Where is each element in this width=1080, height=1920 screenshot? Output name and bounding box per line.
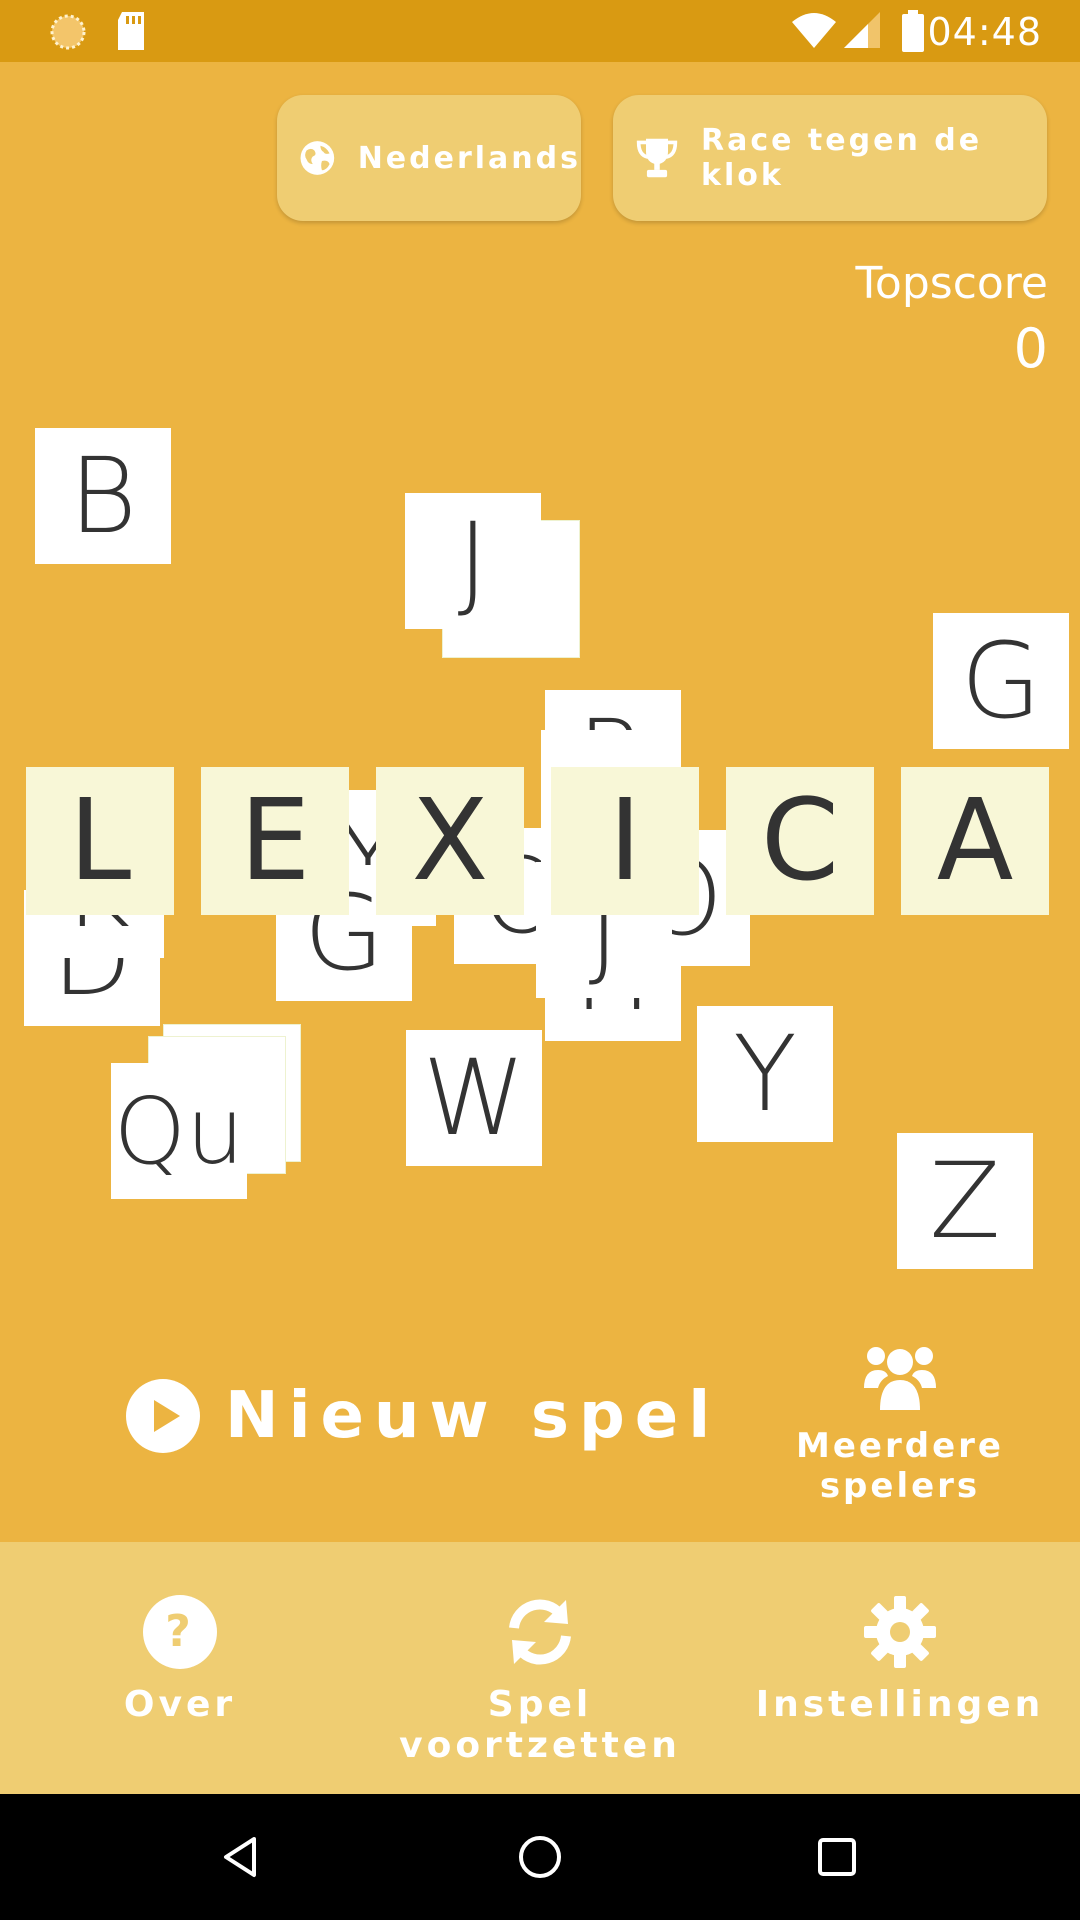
mode-label: Race tegen de klok xyxy=(701,123,983,193)
multiplayer-button[interactable]: Meerdere spelers xyxy=(720,1336,1080,1506)
mode-button[interactable]: Race tegen de klok xyxy=(613,95,1047,221)
help-icon: ? xyxy=(143,1595,217,1669)
about-button[interactable]: ? Over xyxy=(30,1542,330,1794)
continue-label: Spel voortzetten xyxy=(399,1684,681,1766)
letter-tile: W xyxy=(406,1030,542,1166)
status-bar: 04:48 xyxy=(0,0,1080,62)
letter-tile: G xyxy=(933,613,1069,749)
logo-letter: C xyxy=(726,767,874,915)
logo-letter: L xyxy=(26,767,174,915)
refresh-icon xyxy=(509,1599,571,1665)
settings-button[interactable]: Instellingen xyxy=(750,1542,1050,1794)
wifi-icon xyxy=(792,13,836,48)
language-label: Nederlands xyxy=(357,140,581,176)
logo-letter: I xyxy=(551,767,699,915)
home-button[interactable] xyxy=(480,1794,600,1920)
language-button[interactable]: Nederlands xyxy=(277,95,581,221)
new-game-label: Nieuw spel xyxy=(225,1379,721,1453)
logo-letter: A xyxy=(901,767,1049,915)
new-game-button[interactable]: Nieuw spel xyxy=(125,1378,720,1454)
letter-tile: B xyxy=(35,428,171,564)
globe-icon xyxy=(300,141,335,175)
signal-icon xyxy=(844,12,880,48)
svg-text:?: ? xyxy=(165,1606,195,1657)
settings-label: Instellingen xyxy=(755,1684,1045,1725)
letter-tile: Z xyxy=(897,1133,1033,1269)
play-icon xyxy=(126,1379,200,1453)
multiplayer-label: Meerdere spelers xyxy=(796,1426,1004,1506)
back-icon xyxy=(224,1837,256,1877)
about-label: Over xyxy=(123,1684,237,1725)
letter-tile: Qu xyxy=(111,1063,247,1199)
navigation-bar xyxy=(0,1794,1080,1920)
gear-icon xyxy=(864,1596,936,1668)
recents-icon xyxy=(818,1838,856,1876)
clock: 04:48 xyxy=(927,10,1042,54)
battery-icon xyxy=(902,10,924,52)
letter-tile: Y xyxy=(697,1006,833,1142)
logo-letter: X xyxy=(376,767,524,915)
logo-letter: E xyxy=(201,767,349,915)
letter-tile: J xyxy=(405,493,541,629)
continue-game-button[interactable]: Spel voortzetten xyxy=(370,1542,710,1794)
users-icon xyxy=(864,1347,936,1410)
loading-icon xyxy=(50,14,86,50)
sd-card-icon xyxy=(118,12,144,50)
home-icon xyxy=(519,1836,561,1878)
topscore: Topscore 0 xyxy=(856,258,1048,380)
trophy-icon xyxy=(636,138,678,178)
back-button[interactable] xyxy=(180,1794,300,1920)
topscore-value: 0 xyxy=(1013,317,1048,380)
topscore-label: Topscore xyxy=(855,258,1048,309)
bottom-bar: ? Over Spel voortzetten Instellingen xyxy=(0,1542,1080,1794)
recents-button[interactable] xyxy=(777,1794,897,1920)
